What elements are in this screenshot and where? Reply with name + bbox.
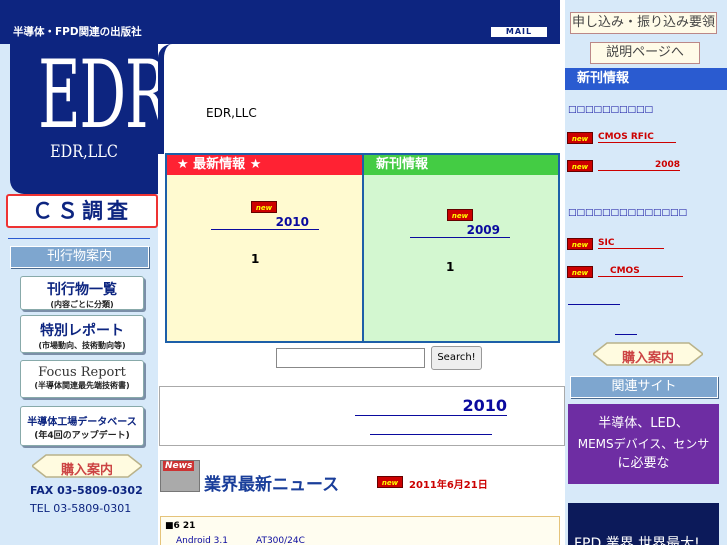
related-sites-header: 関連サイト: [570, 376, 718, 398]
nav-sub: (半導体関連最先端技術書): [34, 381, 130, 390]
sic-link[interactable]: SIC: [598, 238, 664, 249]
tel-number: TEL 03-5809-0301: [30, 502, 132, 515]
news-tag: News: [163, 461, 195, 471]
new-badge-icon: new: [567, 266, 593, 278]
fpd-banner[interactable]: FPD 業界 世界最大!: [568, 503, 719, 545]
focus-report-button[interactable]: Focus Report (半導体関連最先端技術書): [20, 360, 144, 398]
latest-panel: [167, 155, 362, 341]
new-pub-count: 1: [446, 260, 455, 274]
latest-count: 1: [251, 252, 260, 266]
apply-button[interactable]: 申し込み・振り込み要領: [570, 12, 717, 34]
nav-sub: (年4回のアップデート): [34, 431, 130, 441]
publication-list-button[interactable]: 刊行物一覧 (内容ごとに分類): [20, 276, 144, 310]
promo-line: に必要な: [617, 456, 670, 471]
nav-sub: (市場動向、技術動向等): [38, 341, 126, 350]
cmos-link[interactable]: CMOS: [598, 266, 683, 277]
new-badge-icon: new: [567, 160, 593, 172]
right-link[interactable]: □□□□□□□□□□□□□□: [568, 208, 687, 218]
new-badge-icon: new: [251, 201, 277, 213]
fab-database-button[interactable]: 半導体工場データベース (年4回のアップデート): [20, 406, 144, 446]
news-item-text[interactable]: AT300/24C: [256, 536, 305, 545]
box-divider: [362, 155, 364, 341]
new-badge-icon: new: [567, 238, 593, 250]
cs-survey-button[interactable]: ＣＳ調査: [6, 194, 158, 228]
nav-title: Focus Report: [38, 365, 126, 380]
divider: [8, 238, 150, 239]
news-banner: News 業界最新ニュース: [160, 460, 350, 495]
news-item-date: ■6 21: [165, 521, 196, 531]
link-line[interactable]: [568, 304, 620, 305]
nav-sub: (内容ごとに分類): [50, 300, 114, 309]
latest-header: ★ 最新情報 ★: [167, 155, 362, 175]
logo-mark: EDR: [38, 41, 169, 150]
feature-box: [159, 386, 565, 446]
news-item-text[interactable]: Android 3.1: [176, 536, 228, 545]
mail-button[interactable]: MAIL: [490, 26, 548, 38]
feature-underline[interactable]: [370, 434, 492, 435]
report-2008-link[interactable]: 2008: [598, 160, 680, 171]
explain-button[interactable]: 説明ページへ: [590, 42, 700, 64]
newspaper-icon: News: [160, 460, 200, 492]
buy-guide-label: 購入案内: [60, 463, 113, 478]
site-tagline: 半導体・FPD関連の出版社: [0, 0, 158, 44]
new-badge-icon: new: [567, 132, 593, 144]
cmos-rfic-link[interactable]: CMOS RFIC: [598, 132, 676, 143]
new-info-header: 新刊情報: [565, 68, 727, 90]
right-buy-label: 購入案内: [621, 351, 674, 366]
new-pub-panel: [364, 155, 558, 341]
right-link[interactable]: □□□□□□□□□□: [568, 105, 653, 115]
new-pub-header: 新刊情報: [364, 155, 558, 175]
promo-line: 半導体、LED、: [598, 416, 689, 431]
latest-link[interactable]: 2010: [211, 215, 319, 230]
new-badge-icon: new: [447, 209, 473, 221]
news-banner-title: 業界最新ニュース: [204, 475, 340, 495]
new-pub-link[interactable]: 2009: [410, 223, 510, 238]
new-badge-icon: new: [377, 476, 403, 488]
search-input[interactable]: [276, 348, 425, 368]
nav-title: 半導体工場データベース: [27, 417, 137, 428]
publication-guide-header: 刊行物案内: [10, 246, 149, 268]
nav-title: 特別レポート: [40, 323, 124, 339]
promo-banner[interactable]: 半導体、LED、 MEMSデバイス、センサ に必要な: [568, 404, 719, 484]
link-line[interactable]: [615, 334, 637, 335]
fax-number: FAX 03-5809-0302: [30, 484, 143, 497]
logo-name: EDR,LLC: [50, 142, 118, 162]
company-name: EDR,LLC: [206, 106, 257, 120]
news-date: 2011年6月21日: [409, 480, 488, 491]
promo-line: MEMSデバイス、センサ: [577, 437, 710, 451]
nav-title: 刊行物一覧: [47, 282, 117, 298]
header-corner: [158, 44, 560, 154]
search-button[interactable]: Search!: [431, 346, 482, 370]
edr-logo[interactable]: EDR EDR,LLC: [10, 41, 169, 194]
feature-link[interactable]: 2010: [355, 396, 507, 416]
special-report-button[interactable]: 特別レポート (市場動向、技術動向等): [20, 315, 144, 353]
